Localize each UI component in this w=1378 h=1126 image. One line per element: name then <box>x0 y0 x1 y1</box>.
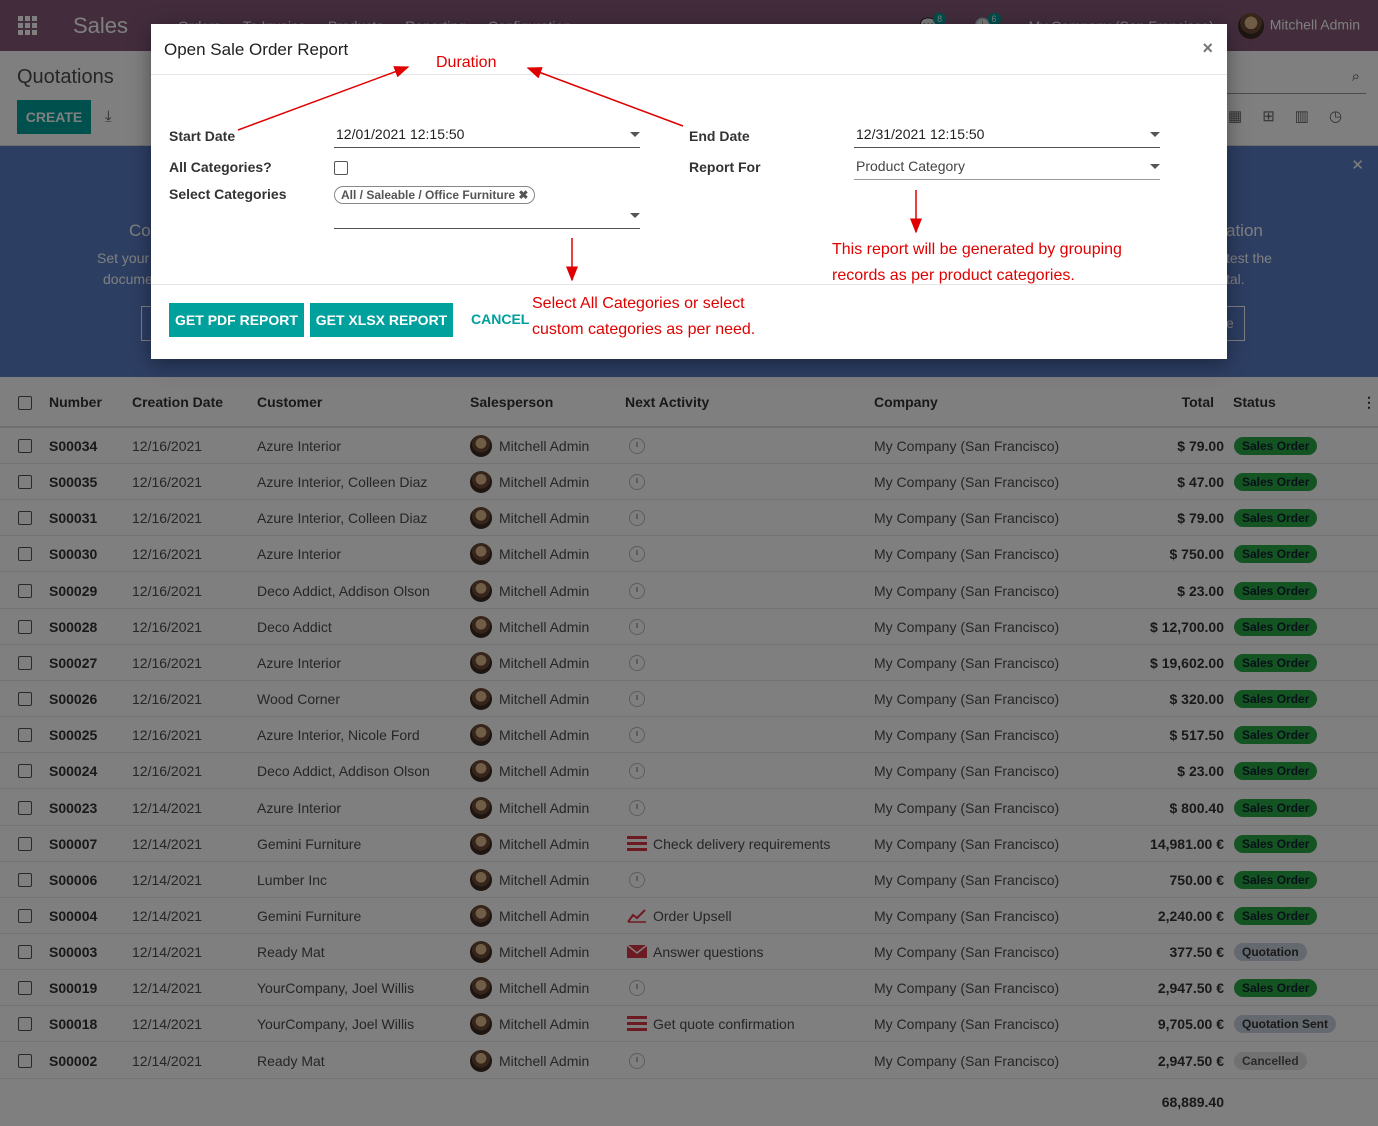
categories-input[interactable] <box>334 203 640 229</box>
chevron-down-icon <box>1150 164 1160 169</box>
start-date-field[interactable]: 12/01/2021 12:15:50 <box>334 122 640 148</box>
select-categories-label: Select Categories <box>169 186 287 202</box>
dialog-header: Open Sale Order Report × <box>151 24 1227 75</box>
annotation-grouping-1: This report will be generated by groupin… <box>832 241 1122 258</box>
chevron-down-icon <box>1150 132 1160 137</box>
report-for-label: Report For <box>689 159 761 175</box>
category-tag: All / Saleable / Office Furniture ✖ <box>334 186 536 204</box>
cancel-button[interactable]: CANCEL <box>471 311 529 327</box>
annotation-categories-1: Select All Categories or select <box>532 295 745 312</box>
report-for-value: Product Category <box>856 158 965 174</box>
chevron-down-icon <box>630 213 640 218</box>
all-categories-label: All Categories? <box>169 159 272 175</box>
get-xlsx-report-button[interactable]: GET XLSX REPORT <box>310 303 453 337</box>
start-date-label: Start Date <box>169 128 236 144</box>
annotation-categories-2: custom categories as per need. <box>532 321 756 338</box>
end-date-value: 12/31/2021 12:15:50 <box>856 126 985 142</box>
end-date-field[interactable]: 12/31/2021 12:15:50 <box>854 122 1160 148</box>
get-pdf-report-button[interactable]: GET PDF REPORT <box>169 303 304 337</box>
close-icon[interactable]: × <box>1202 38 1213 59</box>
remove-tag-icon[interactable]: ✖ <box>518 188 528 202</box>
chevron-down-icon <box>630 132 640 137</box>
report-for-select[interactable]: Product Category <box>854 154 1160 180</box>
category-tag-label: All / Saleable / Office Furniture <box>341 188 516 202</box>
annotation-grouping-2: records as per product categories. <box>832 267 1075 284</box>
all-categories-checkbox[interactable] <box>334 161 348 175</box>
dialog-title: Open Sale Order Report <box>164 40 349 59</box>
end-date-label: End Date <box>689 128 750 144</box>
start-date-value: 12/01/2021 12:15:50 <box>336 126 465 142</box>
annotation-duration: Duration <box>436 54 497 71</box>
